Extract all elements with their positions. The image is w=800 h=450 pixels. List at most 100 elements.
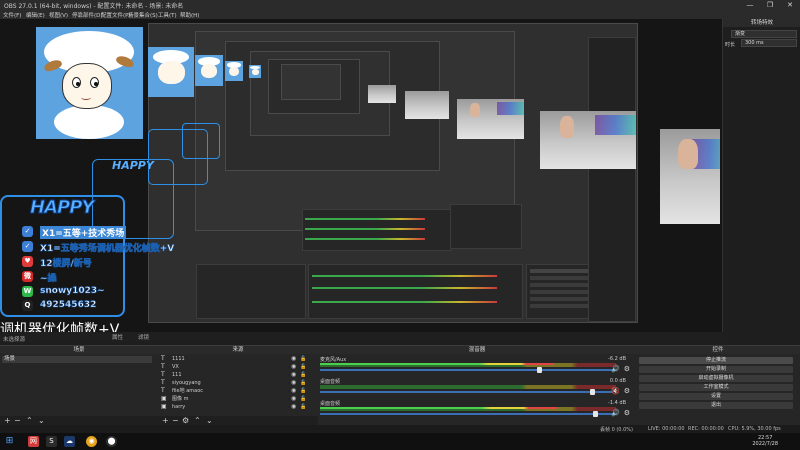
weibo-icon: 微 <box>22 271 33 282</box>
transition-select[interactable]: 渐变 <box>731 30 797 38</box>
properties-button[interactable]: 属性 <box>112 333 123 341</box>
speaker-icon[interactable]: 🔊 <box>611 365 620 373</box>
netease-music-icon[interactable]: 网 <box>28 436 39 447</box>
eye-icon[interactable]: ◉ <box>291 387 296 395</box>
menu-scene-collection[interactable]: 场景集合(S) <box>128 11 158 19</box>
live-time: LIVE: 00:00:00 <box>648 426 685 432</box>
menu-view[interactable]: 视图(V) <box>49 11 68 19</box>
volume-fader-track[interactable] <box>320 369 616 371</box>
audio-mixer-title: 混音器 <box>318 346 636 354</box>
audio-mixer-body: 麦克风/Aux -6.2 dB 🔊 ⚙ 桌面音频 0.0 dB 🔇 ⚙ 桌面音频… <box>318 354 636 426</box>
sheep-avatar-image <box>36 27 143 139</box>
eye-icon[interactable]: ◉ <box>291 403 296 411</box>
channel-db: -6.2 dB <box>608 356 626 362</box>
menu-docks[interactable]: 停靠部件(D) <box>72 11 103 19</box>
sources-list[interactable]: T 1111 ◉ 🔓 T VX ◉ 🔓 T 111 ◉ 🔓 Tsiyougyang ◉ 🔓 Tfile… <box>158 354 318 416</box>
lock-icon[interactable]: 🔓 <box>300 403 306 411</box>
remove-source-icon[interactable]: − <box>172 417 179 425</box>
start-virtual-camera-button[interactable]: 启动虚拟摄像机 <box>639 375 793 382</box>
steam-icon[interactable]: ☁ <box>64 436 75 447</box>
settings-button[interactable]: 设置 <box>639 393 793 400</box>
move-up-icon[interactable]: ⌃ <box>194 417 201 425</box>
move-down-icon[interactable]: ⌄ <box>38 417 45 425</box>
overlay-text-6: 492545632 <box>40 300 97 311</box>
duration-input[interactable]: 300 ms <box>741 39 797 47</box>
studio-mode-button[interactable]: 工作室模式 <box>639 384 793 391</box>
mute-icon[interactable]: 🔇 <box>611 387 620 395</box>
volume-fader-handle[interactable] <box>590 389 595 395</box>
source-name: 图像 m <box>172 396 189 402</box>
lock-icon[interactable]: 🔓 <box>300 363 306 371</box>
remove-scene-icon[interactable]: − <box>14 417 21 425</box>
source-settings-icon[interactable]: ⚙ <box>182 417 189 425</box>
menu-edit[interactable]: 编辑(E) <box>26 11 45 19</box>
channel-db: -1.4 dB <box>608 400 626 406</box>
menu-profile[interactable]: 配置文件(P) <box>101 11 131 19</box>
eye-icon[interactable]: ◉ <box>291 363 296 371</box>
eye-icon[interactable]: ◉ <box>291 395 296 403</box>
volume-fader-track[interactable] <box>320 391 616 393</box>
gear-icon[interactable]: ⚙ <box>624 365 630 373</box>
add-scene-icon[interactable]: + <box>4 417 11 425</box>
lock-icon[interactable]: 🔓 <box>300 395 306 403</box>
lock-icon[interactable]: 🔓 <box>300 387 306 395</box>
source-item[interactable]: T VX ◉ 🔓 <box>158 363 308 371</box>
window-title-bar: OBS 27.0.1 (64-bit, windows) - 配置文件: 未命名… <box>0 0 800 10</box>
source-item[interactable]: T 111 ◉ 🔓 <box>158 371 308 379</box>
dropped-frames: 丢帧 0 (0.0%) <box>600 427 633 433</box>
filters-button[interactable]: 滤镜 <box>138 333 149 341</box>
maximize-icon[interactable]: ❐ <box>760 0 780 10</box>
check-icon: ✓ <box>22 226 33 237</box>
scenes-list[interactable]: 场景 <box>0 354 158 416</box>
source-name: 1111 <box>172 356 185 362</box>
source-item[interactable]: ▣ 图像 m ◉ 🔓 <box>158 395 308 403</box>
overlay-logo: HAPPY <box>29 197 94 219</box>
scene-item[interactable]: 场景 <box>2 356 152 363</box>
volume-meter <box>320 385 616 389</box>
menu-file[interactable]: 文件(F) <box>3 11 21 19</box>
add-source-icon[interactable]: + <box>162 417 169 425</box>
eye-icon[interactable]: ◉ <box>291 355 296 363</box>
lock-icon[interactable]: 🔓 <box>300 371 306 379</box>
volume-fader-track[interactable] <box>320 413 616 415</box>
minimize-icon[interactable]: — <box>740 0 760 10</box>
source-item[interactable]: Tfile地 amaoc ◉ 🔓 <box>158 387 308 395</box>
app-icon[interactable]: S <box>46 436 57 447</box>
exit-button[interactable]: 退出 <box>639 402 793 409</box>
channel-db: 0.0 dB <box>609 378 626 384</box>
eye-icon[interactable]: ◉ <box>291 371 296 379</box>
windows-start-icon[interactable]: ⊞ <box>4 436 15 447</box>
source-name: harry <box>172 404 186 410</box>
source-item[interactable]: T 1111 ◉ 🔓 <box>158 355 308 363</box>
speaker-icon[interactable]: 🔊 <box>611 409 620 417</box>
gear-icon[interactable]: ⚙ <box>624 409 630 417</box>
menu-tools[interactable]: 工具(T) <box>158 11 177 19</box>
eye-icon[interactable]: ◉ <box>291 379 296 387</box>
system-clock[interactable]: 22:57 2022/7/28 <box>752 435 778 447</box>
chrome-icon[interactable]: ◉ <box>86 436 97 447</box>
move-down-icon[interactable]: ⌄ <box>206 417 213 425</box>
volume-fader-handle[interactable] <box>537 367 542 373</box>
source-item[interactable]: ▣ harry ◉ 🔓 <box>158 403 308 411</box>
move-up-icon[interactable]: ⌃ <box>26 417 33 425</box>
text-source-icon: T <box>161 371 165 378</box>
source-name: VX <box>172 364 179 370</box>
close-icon[interactable]: ✕ <box>780 0 800 10</box>
source-item[interactable]: Tsiyougyang ◉ 🔓 <box>158 379 308 387</box>
duration-label: 时长 <box>725 42 736 48</box>
menu-help[interactable]: 帮助(H) <box>180 11 199 19</box>
webcam-capture-1 <box>660 129 720 224</box>
obs-icon[interactable]: ⬤ <box>106 436 117 447</box>
lock-icon[interactable]: 🔓 <box>300 379 306 387</box>
volume-fader-handle[interactable] <box>593 411 598 417</box>
webcam-capture-5 <box>368 85 396 103</box>
start-recording-button[interactable]: 开始录制 <box>639 366 793 373</box>
stop-streaming-button[interactable]: 停止推流 <box>639 357 793 364</box>
webcam-capture-3 <box>457 99 524 139</box>
overlay-frame-mini-3 <box>182 123 220 159</box>
lock-icon[interactable]: 🔓 <box>300 355 306 363</box>
inner-mixer-panel-2 <box>308 264 523 319</box>
overlay-text-3: 12楼屏/新号 <box>40 259 92 270</box>
gear-icon[interactable]: ⚙ <box>624 387 630 395</box>
mixer-channel-desktop: 桌面音频 0.0 dB 🔇 ⚙ <box>320 378 632 398</box>
